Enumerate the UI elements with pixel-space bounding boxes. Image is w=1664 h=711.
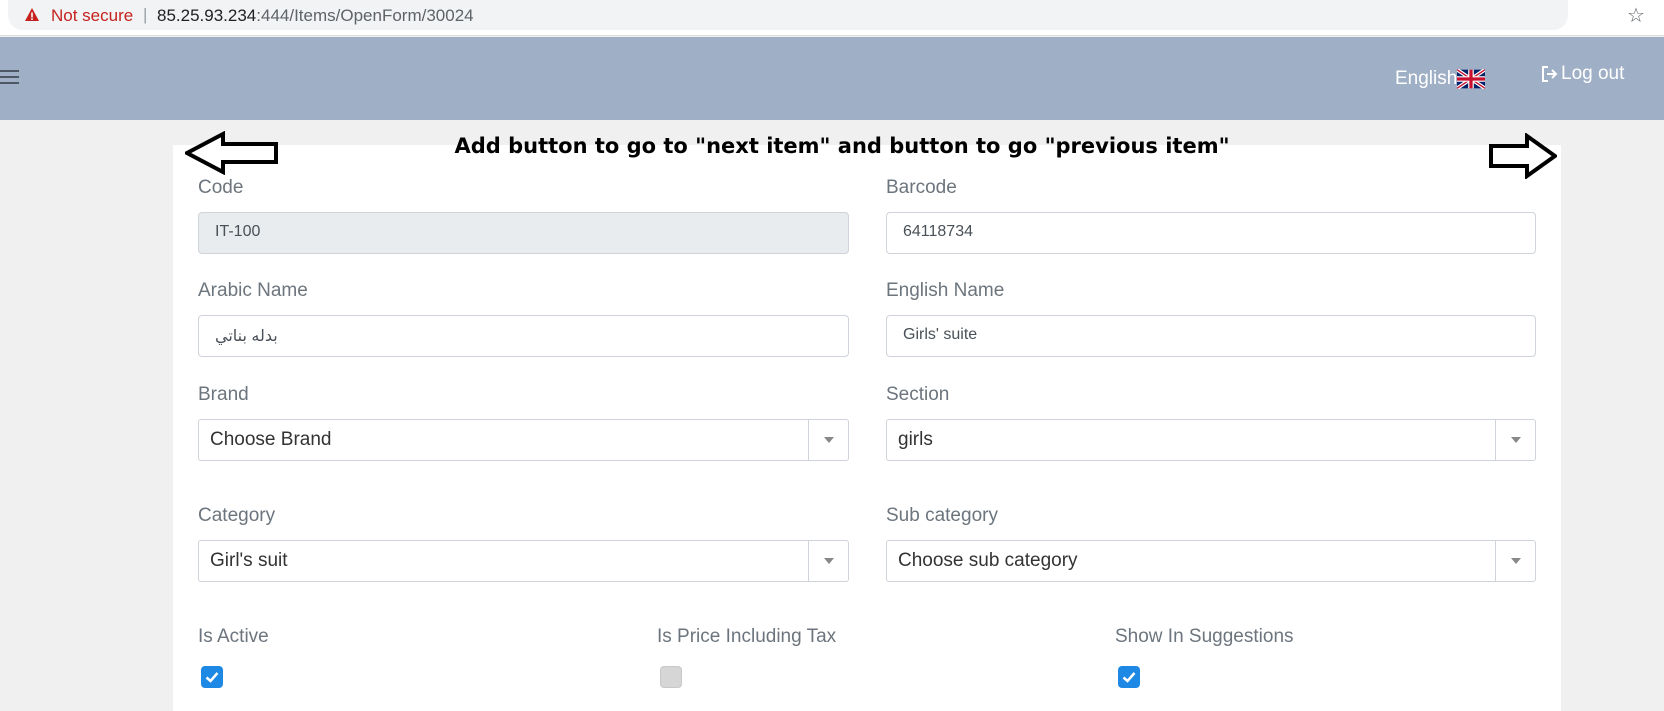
star-icon[interactable]: ☆	[1627, 3, 1645, 28]
section-selected-value: girls	[898, 429, 933, 450]
browser-address-bar: Not secure | 85.25.93.234:444/Items/Open…	[0, 0, 1664, 36]
code-field[interactable]: IT-100	[198, 212, 849, 254]
url-text[interactable]: 85.25.93.234:444/Items/OpenForm/30024	[157, 6, 474, 26]
top-navbar: English Log out	[0, 37, 1664, 120]
right-arrow-icon	[1489, 133, 1557, 179]
brand-label: Brand	[198, 384, 249, 405]
sub-category-label: Sub category	[886, 505, 998, 526]
language-label: English	[1395, 68, 1458, 89]
security-status[interactable]: Not secure	[51, 6, 133, 26]
is-price-including-tax-checkbox[interactable]	[660, 666, 682, 688]
dropdown-caret-icon[interactable]	[808, 541, 848, 581]
checkmark-icon	[205, 672, 219, 683]
logout-icon	[1542, 66, 1558, 82]
sub-category-select[interactable]: Choose sub category	[886, 540, 1536, 582]
arabic-name-label: Arabic Name	[198, 280, 308, 301]
arabic-name-field[interactable]: بدله بناتي	[198, 315, 849, 357]
dropdown-caret-icon[interactable]	[1495, 541, 1535, 581]
english-name-label: English Name	[886, 280, 1005, 301]
is-active-checkbox[interactable]	[201, 666, 223, 688]
brand-select[interactable]: Choose Brand	[198, 419, 849, 461]
is-active-label: Is Active	[198, 626, 269, 647]
category-label: Category	[198, 505, 276, 526]
logout-label: Log out	[1561, 63, 1625, 84]
logout-link[interactable]: Log out	[1541, 63, 1624, 85]
dropdown-caret-icon[interactable]	[808, 420, 848, 460]
uk-flag-icon	[1457, 69, 1486, 89]
sub-category-selected-value: Choose sub category	[898, 550, 1078, 571]
warning-icon[interactable]	[24, 7, 40, 23]
url-path: :444/Items/OpenForm/30024	[256, 6, 474, 25]
barcode-field[interactable]: 64118734	[886, 212, 1536, 254]
section-label: Section	[886, 384, 950, 405]
category-select[interactable]: Girl's suit	[198, 540, 849, 582]
language-selector[interactable]: English	[1395, 68, 1486, 90]
checkmark-icon	[1122, 672, 1136, 683]
hamburger-icon[interactable]	[0, 70, 20, 86]
show-in-suggestions-checkbox[interactable]	[1118, 666, 1140, 688]
brand-selected-value: Choose Brand	[210, 429, 332, 450]
english-name-field[interactable]: Girls' suite	[886, 315, 1536, 357]
url-separator: |	[143, 5, 148, 24]
barcode-label: Barcode	[886, 177, 957, 198]
code-label: Code	[198, 177, 244, 198]
show-in-suggestions-label: Show In Suggestions	[1115, 626, 1294, 647]
category-selected-value: Girl's suit	[210, 550, 288, 571]
url-host: 85.25.93.234	[157, 6, 257, 25]
annotation-text: Add button to go to "next item" and butt…	[454, 134, 1230, 158]
is-price-including-tax-label: Is Price Including Tax	[657, 626, 837, 647]
section-select[interactable]: girls	[886, 419, 1536, 461]
dropdown-caret-icon[interactable]	[1495, 420, 1535, 460]
